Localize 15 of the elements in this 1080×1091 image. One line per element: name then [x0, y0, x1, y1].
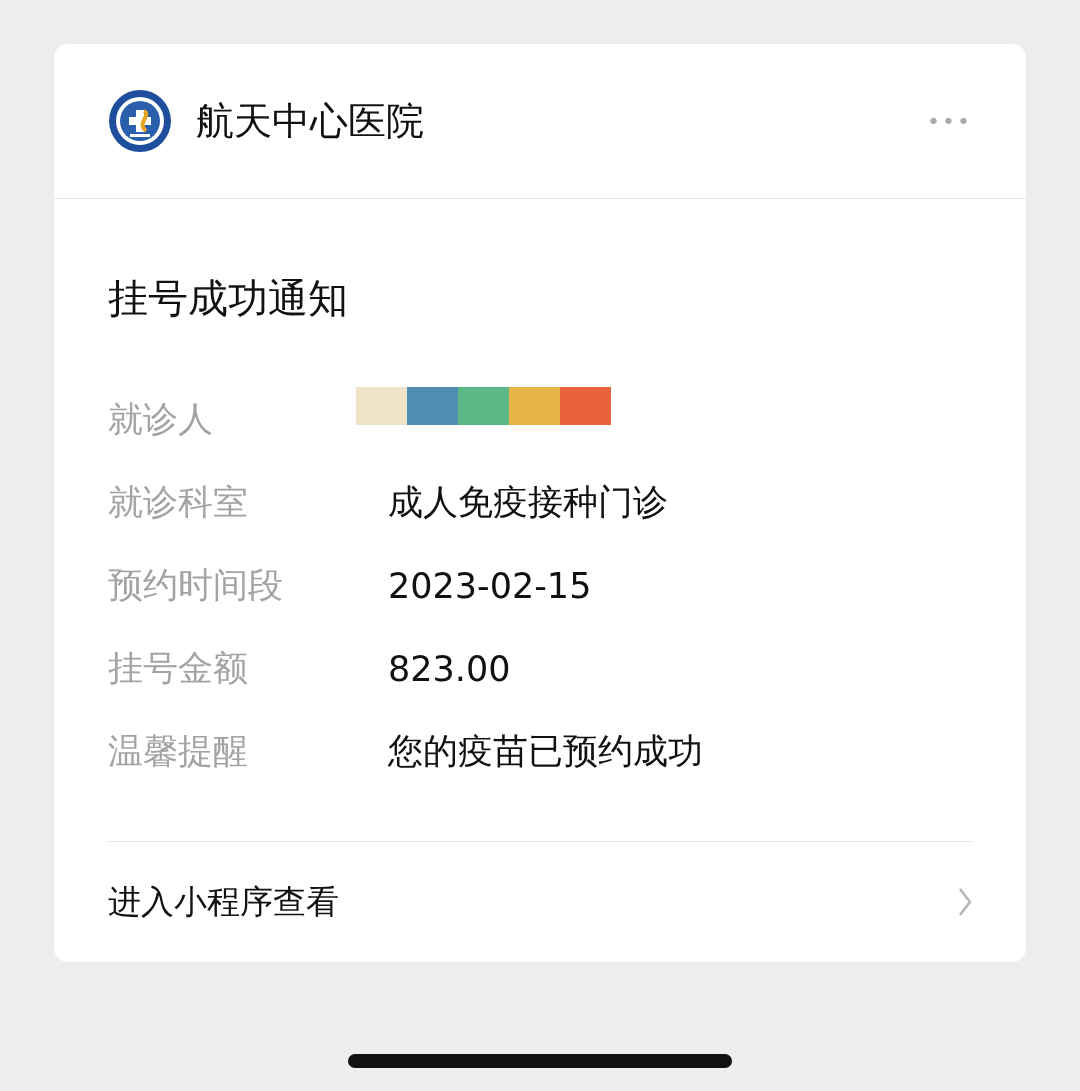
field-value: 成人免疫接种门诊 [388, 481, 668, 524]
open-mini-program-link[interactable]: 进入小程序查看 [108, 879, 339, 925]
field-value: 您的疫苗已预约成功 [388, 730, 703, 773]
field-value: 2023-02-15 [388, 565, 592, 606]
field-label: 挂号金额 [108, 647, 249, 690]
account-name[interactable]: 航天中心医院 [196, 95, 928, 147]
field-label: 预约时间段 [108, 564, 284, 607]
home-indicator[interactable] [348, 1054, 732, 1068]
field-label: 就诊科室 [108, 481, 249, 524]
field-label: 就诊人 [108, 398, 214, 441]
notification-title: 挂号成功通知 [108, 274, 349, 323]
chevron-right-icon [958, 887, 972, 917]
hospital-logo-icon [108, 89, 172, 153]
field-label: 温馨提醒 [108, 730, 249, 773]
field-value: 823.00 [388, 648, 511, 689]
